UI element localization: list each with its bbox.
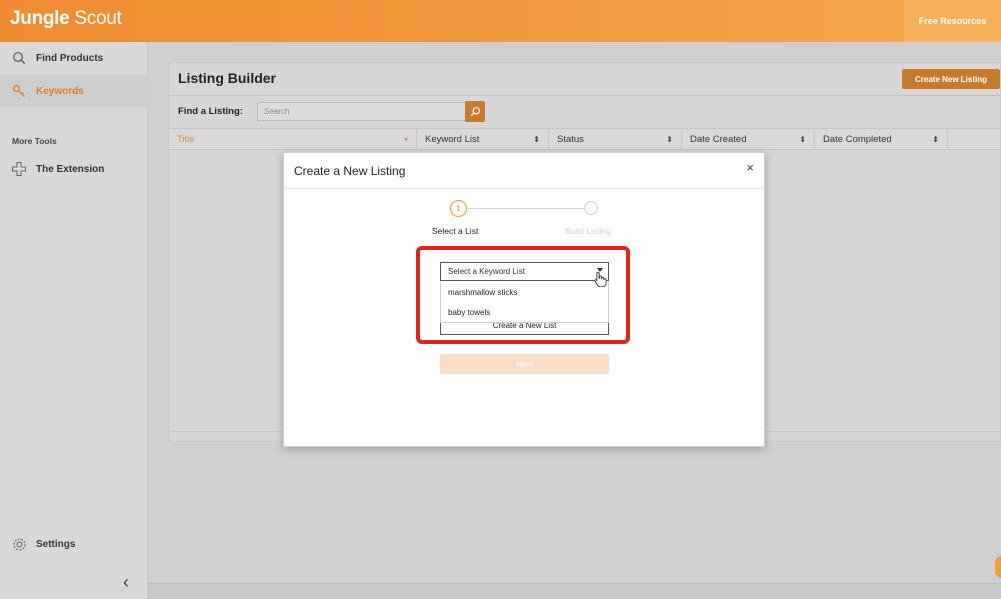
dropdown-option[interactable]: baby towels xyxy=(448,308,490,317)
page-title: Listing Builder xyxy=(178,70,276,86)
search-button[interactable] xyxy=(465,101,485,122)
sort-icon: ⬍ xyxy=(666,135,673,144)
sidebar-item-label: The Extension xyxy=(36,163,105,175)
column-date-completed[interactable]: Date Completed ⬍ xyxy=(815,129,948,150)
sort-icon: ⬍ xyxy=(533,135,540,144)
search-input[interactable]: Search xyxy=(257,102,466,121)
keyword-list-dropdown: marshmallow sticks baby towels xyxy=(440,281,609,323)
close-icon[interactable]: × xyxy=(746,160,754,175)
step-2-label: Build Listing xyxy=(565,226,611,236)
column-keyword-list[interactable]: Keyword List ⬍ xyxy=(417,129,549,150)
step-connector xyxy=(468,208,584,209)
jungle-scout-logo[interactable]: Jungle Scout xyxy=(10,8,122,30)
modal-title: Create a New Listing xyxy=(294,164,406,178)
sidebar-item-settings[interactable]: Settings xyxy=(0,528,148,560)
find-listing-label: Find a Listing: xyxy=(178,106,243,117)
sort-icon: ⬍ xyxy=(799,135,806,144)
gear-icon xyxy=(0,537,36,552)
divider xyxy=(284,188,764,189)
create-listing-modal: Create a New Listing × 1 Select a List B… xyxy=(283,152,765,447)
sidebar-item-find-products[interactable]: Find Products xyxy=(0,42,148,74)
select-placeholder: Select a Keyword List xyxy=(448,267,525,276)
sidebar: Find Products Keywords More Tools The Ex… xyxy=(0,42,148,599)
bottom-strip xyxy=(148,583,1001,599)
collapse-sidebar-icon[interactable]: ‹ xyxy=(123,572,129,593)
step-2-indicator xyxy=(584,201,598,215)
puzzle-icon xyxy=(0,161,36,177)
free-resources-link[interactable]: Free Resources xyxy=(904,0,1001,42)
search-icon xyxy=(470,106,480,117)
more-tools-heading: More Tools xyxy=(12,136,57,146)
sidebar-item-label: Settings xyxy=(36,538,76,550)
column-title[interactable]: Title ▾ xyxy=(169,129,417,150)
dropdown-option[interactable]: marshmallow sticks xyxy=(448,288,517,297)
sidebar-item-keywords[interactable]: Keywords xyxy=(0,75,148,107)
create-new-list-button[interactable]: Create a New List xyxy=(440,322,609,335)
divider xyxy=(169,95,1000,96)
keyword-list-select[interactable]: Select a Keyword List xyxy=(440,262,609,281)
sort-down-icon: ▾ xyxy=(403,135,408,144)
sidebar-item-extension[interactable]: The Extension xyxy=(0,153,148,185)
search-icon xyxy=(0,51,36,65)
next-button[interactable]: Next xyxy=(440,354,609,374)
sidebar-item-label: Find Products xyxy=(36,52,104,64)
help-bubble-icon[interactable] xyxy=(995,556,1001,578)
sort-icon: ⬍ xyxy=(932,135,939,144)
step-1-indicator: 1 xyxy=(450,200,467,217)
top-bar: Jungle Scout Free Resources xyxy=(0,0,1001,42)
table-header: Title ▾ Keyword List ⬍ Status ⬍ Date Create… xyxy=(169,128,1000,150)
create-new-listing-button[interactable]: Create New Listing xyxy=(902,69,1000,89)
column-status[interactable]: Status ⬍ xyxy=(549,129,682,150)
column-date-created[interactable]: Date Created ⬍ xyxy=(682,129,815,150)
key-icon xyxy=(0,84,36,98)
sidebar-item-label: Keywords xyxy=(36,85,84,97)
step-1-label: Select a List xyxy=(432,226,479,236)
hand-cursor-icon xyxy=(594,271,607,292)
